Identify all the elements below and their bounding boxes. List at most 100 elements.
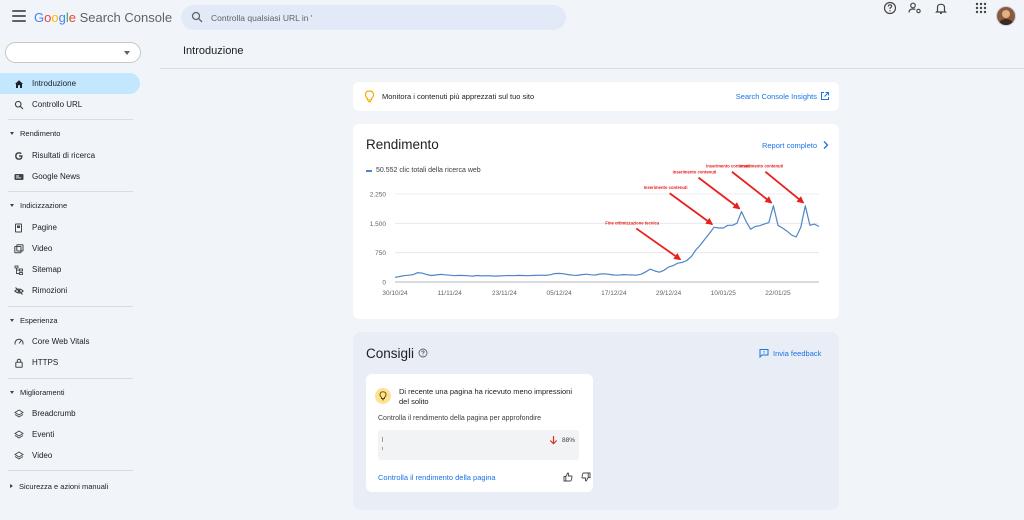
sidebar-section-miglioramenti[interactable]: Miglioramenti: [0, 384, 140, 400]
chevron-down-icon: [10, 318, 14, 322]
video-icon: [14, 243, 24, 254]
sidebar-section-rendimento[interactable]: Rendimento: [0, 125, 140, 141]
chevron-right-icon: [10, 484, 13, 488]
account-avatar[interactable]: [996, 6, 1016, 26]
app-logo[interactable]: Google Search Console: [34, 10, 172, 25]
arrow-down-icon: [549, 436, 558, 445]
sidebar-item-label: Video: [32, 451, 53, 460]
sidebar-divider: [8, 119, 133, 120]
y-tick-label: 0: [382, 280, 386, 287]
annotation-arrow: [764, 171, 805, 204]
sparkline-marker: [382, 437, 383, 442]
pages-icon: [14, 223, 24, 233]
lock-icon: [14, 358, 24, 368]
sidebar-divider: [8, 470, 133, 471]
sidebar-item-label: Core Web Vitals: [32, 337, 90, 346]
sidebar-item-label: Risultati di ricerca: [32, 151, 96, 160]
google-g-icon: [14, 151, 24, 161]
sidebar-item-eventi[interactable]: Eventi: [0, 424, 140, 445]
sidebar-item-controllo-url[interactable]: Controllo URL: [0, 94, 140, 115]
annotation-label: Inserimento contenuti: [644, 185, 688, 190]
sidebar-item-label: Video: [32, 244, 53, 253]
user-settings-icon[interactable]: [907, 0, 923, 16]
recommendation-headline: Di recente una pagina ha ricevuto meno i…: [399, 387, 573, 406]
sidebar-item-video[interactable]: Video: [0, 238, 140, 259]
sidebar-section-esperienza[interactable]: Esperienza: [0, 312, 140, 328]
chevron-down-icon: [10, 390, 14, 394]
annotation-arrow: [697, 176, 741, 210]
sidebar-section-sicurezza[interactable]: Sicurezza e azioni manuali: [0, 478, 140, 494]
recommendation-subtext: Controlla il rendimento della pagina per…: [378, 415, 542, 422]
sidebar-item-breadcrumb[interactable]: Breadcrumb: [0, 403, 140, 424]
insights-text: Monitora i contenuti più apprezzati sul …: [382, 92, 535, 101]
sidebar-item-introduzione[interactable]: Introduzione: [0, 73, 140, 94]
send-feedback-link[interactable]: Invia feedback: [773, 349, 821, 358]
sidebar-item-https[interactable]: HTTPS: [0, 352, 140, 373]
search-input[interactable]: [211, 5, 551, 30]
x-tick-label: 30/10/24: [382, 290, 408, 297]
sitemap-icon: [14, 265, 24, 275]
layers-icon: [14, 429, 24, 440]
annotation-label: Inserimento contenuti: [739, 164, 783, 169]
removals-icon: [14, 286, 24, 296]
gauge-icon: [14, 337, 24, 347]
sidebar-item-risultati-di-ricerca[interactable]: Risultati di ricerca: [0, 145, 140, 166]
sidebar-item-sitemap[interactable]: Sitemap: [0, 259, 140, 280]
top-bar: Google Search Console: [0, 0, 1024, 36]
sidebar-item-label: Eventi: [32, 430, 55, 439]
thumbs-up-icon[interactable]: [563, 472, 573, 482]
impressions-change-panel: 88%: [378, 430, 579, 460]
sidebar-divider: [8, 378, 133, 379]
thumbs-down-icon[interactable]: [581, 472, 591, 482]
sidebar-item-label: HTTPS: [32, 358, 59, 367]
x-tick-label: 11/11/24: [438, 290, 463, 297]
sidebar-item-label: Breadcrumb: [32, 409, 76, 418]
feedback-icon[interactable]: [759, 348, 769, 358]
x-tick-label: 05/12/24: [546, 290, 572, 297]
check-page-performance-link[interactable]: Controlla il rendimento della pagina: [378, 473, 496, 482]
open-external-icon[interactable]: [820, 91, 830, 101]
sidebar-item-label: Controllo URL: [32, 100, 83, 109]
x-tick-label: 23/11/24: [492, 290, 517, 297]
sidebar-item-video-enhancement[interactable]: Video: [0, 445, 140, 466]
annotation-label: Fine ottimizzazione tecnica: [605, 220, 660, 225]
y-tick-label: 2.250: [370, 192, 387, 199]
annotation-arrow: [669, 192, 714, 225]
insights-card: Monitora i contenuti più apprezzati sul …: [353, 82, 839, 111]
news-icon: [14, 172, 24, 182]
x-tick-label: 17/12/24: [601, 290, 627, 297]
notifications-bell-icon[interactable]: [933, 0, 949, 16]
sidebar-divider: [8, 306, 133, 307]
recommendations-section: Consigli Invia feedback Di recente una p…: [353, 332, 839, 510]
search-icon: [191, 11, 203, 23]
lightbulb-icon: [364, 90, 375, 103]
product-name: Search Console: [79, 10, 173, 25]
help-icon[interactable]: [418, 348, 428, 358]
sidebar-item-core-web-vitals[interactable]: Core Web Vitals: [0, 331, 140, 352]
y-tick-label: 1.500: [370, 221, 387, 228]
insights-link[interactable]: Search Console Insights: [736, 92, 817, 101]
clicks-line-chart: 0 750 1.500 2.250 30/10/24 11/11/24 23/11/24 05…: [370, 164, 820, 297]
header-divider: [160, 68, 1024, 69]
apps-grid-icon[interactable]: [973, 0, 989, 16]
search-icon: [14, 100, 24, 110]
sidebar-item-pagine[interactable]: Pagine: [0, 217, 140, 238]
home-icon: [14, 79, 24, 89]
impressions-change-value: 88%: [562, 437, 576, 444]
url-inspection-search[interactable]: [181, 5, 566, 30]
sidebar-item-google-news[interactable]: Google News: [0, 166, 140, 187]
property-selector[interactable]: [5, 42, 141, 63]
performance-card: Rendimento Report completo 50.552 clic t…: [353, 124, 839, 319]
sidebar-item-label: Pagine: [32, 223, 57, 232]
sidebar-item-label: Google News: [32, 172, 81, 181]
sidebar-item-label: Rimozioni: [32, 286, 68, 295]
chevron-down-icon: [124, 51, 130, 55]
series-line: [394, 205, 820, 278]
help-icon[interactable]: [882, 0, 898, 16]
sidebar-section-indicizzazione[interactable]: Indicizzazione: [0, 197, 140, 213]
x-tick-label: 10/01/25: [711, 290, 737, 297]
layers-icon: [14, 450, 24, 461]
main-menu-icon[interactable]: [12, 10, 26, 24]
sidebar-item-rimozioni[interactable]: Rimozioni: [0, 280, 140, 301]
annotation-arrow: [731, 171, 773, 204]
